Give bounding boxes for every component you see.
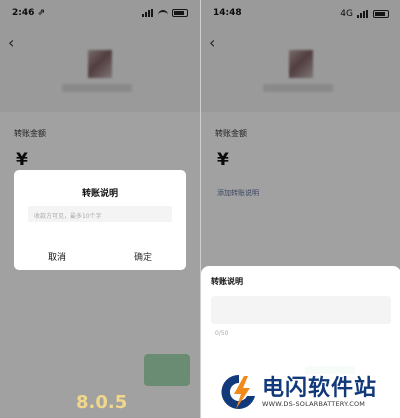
site-watermark: 电闪软件站 WWW.DS-SOLARBATTERY.COM: [216, 366, 400, 418]
screenshot-composite: 2:46 ⇗ ‹ 转账金额 ¥ 转账说明 收款方可见，最多10个字 取消 确定 …: [0, 0, 400, 418]
site-logo-icon: [221, 374, 255, 409]
watermark-url: WWW.DS-SOLARBATTERY.COM: [262, 400, 366, 408]
confirm-button[interactable]: 确定: [134, 250, 152, 263]
note-input[interactable]: 收款方可见，最多10个字: [28, 206, 172, 222]
sheet-title: 转账说明: [211, 277, 243, 286]
cancel-button[interactable]: 取消: [48, 250, 66, 263]
ios-transfer-screen: 2:46 ⇗ ‹ 转账金额 ¥ 转账说明 收款方可见，最多10个字 取消 确定 …: [0, 0, 200, 418]
version-label: 8.0.5: [76, 392, 128, 413]
watermark-title: 电闪软件站: [262, 376, 378, 401]
android-transfer-screen: 14:48 4G ‹ 转账金额 ¥ 添加转账说明 转账说明 0/50: [201, 0, 400, 418]
note-textarea[interactable]: [211, 296, 391, 324]
transfer-note-dialog: 转账说明 收款方可见，最多10个字 取消 确定: [14, 170, 186, 270]
char-counter: 0/50: [215, 330, 229, 337]
dialog-title: 转账说明: [81, 189, 118, 199]
